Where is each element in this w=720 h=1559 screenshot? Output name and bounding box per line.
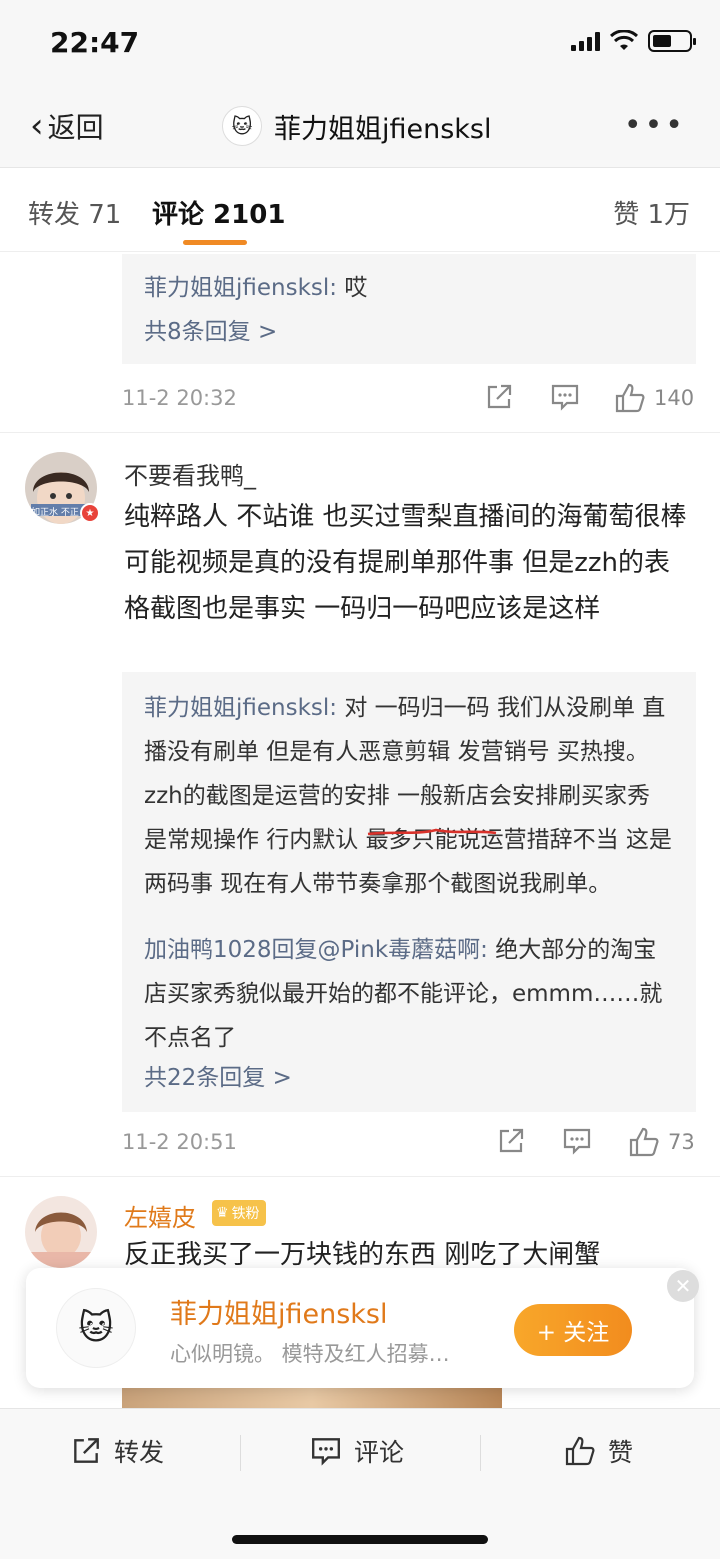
home-indicator[interactable]	[232, 1535, 488, 1544]
tab-bar: 转发 71 评论 2101 赞 1万	[0, 168, 720, 252]
reply-item[interactable]: 菲力姐姐jfiensksl: 对 一码归一码 我们从没刷单 直播没有刷单 但是有…	[144, 686, 678, 906]
like-icon[interactable]	[628, 1126, 660, 1158]
reply-text: 对 一码归一码 我们从没刷单 直播没有刷单 但是有人恶意剪辑 发营销号 买热搜。…	[144, 695, 672, 897]
reply-box: 菲力姐姐jfiensksl: 对 一码归一码 我们从没刷单 直播没有刷单 但是有…	[122, 672, 696, 1112]
more-replies-link[interactable]: 共22条回复 >	[144, 1056, 678, 1100]
reply-text: 哎	[344, 275, 368, 301]
comment-image[interactable]	[122, 1388, 502, 1408]
comment-meta: 11-2 20:32 140	[122, 380, 696, 420]
forward-label: 转发	[114, 1438, 165, 1467]
forward-button[interactable]: 转发	[70, 1433, 164, 1469]
status-icons	[571, 30, 696, 52]
reply-author: 加油鸭1028回复@Pink毒蘑菇啊:	[144, 937, 488, 963]
comment-icon[interactable]	[550, 382, 580, 412]
reply-box: 菲力姐姐jfiensksl: 哎 共8条回复 >	[122, 254, 696, 364]
nav-title-wrap[interactable]: 🐱 菲力姐姐jfiensksl	[222, 106, 492, 146]
chevron-left-icon: ‹	[30, 106, 44, 146]
reply-author: 菲力姐姐jfiensksl:	[144, 695, 338, 721]
avatar-badge-text: 如正水 不正	[31, 508, 79, 518]
follow-card: 🐱 菲力姐姐jfiensksl 心似明镜。 模特及红人招募… + 关注 ✕	[26, 1268, 699, 1388]
comment-time: 11-2 20:51	[122, 1130, 237, 1154]
back-label: 返回	[47, 111, 104, 144]
status-bar: 22:47	[0, 0, 720, 88]
reply-item[interactable]: 加油鸭1028回复@Pink毒蘑菇啊: 绝大部分的淘宝店买家秀貌似最开始的都不能…	[144, 928, 678, 1060]
active-tab-indicator	[183, 240, 247, 245]
separator	[240, 1435, 241, 1471]
fan-badge-label: 铁粉	[231, 1206, 260, 1222]
reply-author: 菲力姐姐jfiensksl:	[144, 275, 338, 301]
comment-time: 11-2 20:32	[122, 386, 237, 410]
like-icon[interactable]	[614, 382, 646, 414]
follow-avatar[interactable]: 🐱	[56, 1288, 136, 1368]
comment-meta: 11-2 20:51 73	[122, 1124, 696, 1164]
tab-forwards[interactable]: 转发 71	[28, 194, 121, 231]
comment-text: 反正我买了一万块钱的东西 刚吃了大闸蟹	[124, 1240, 601, 1270]
tab-comments[interactable]: 评论 2101	[152, 194, 285, 231]
comment-button[interactable]: 评论	[310, 1433, 404, 1469]
comment-username[interactable]: 不要看我鸭_	[124, 456, 256, 491]
battery-icon	[648, 30, 696, 52]
tab-likes[interactable]: 赞 1万	[613, 194, 690, 231]
like-label: 赞	[608, 1438, 634, 1467]
comment-label: 评论	[354, 1438, 405, 1467]
follow-button[interactable]: + 关注	[514, 1304, 632, 1356]
like-count: 73	[668, 1130, 695, 1154]
comment-icon[interactable]	[562, 1126, 592, 1156]
reply-item[interactable]: 菲力姐姐jfiensksl: 哎	[144, 266, 678, 310]
avatar[interactable]	[25, 1196, 97, 1268]
divider	[0, 1176, 720, 1177]
like-button[interactable]: 赞	[564, 1433, 633, 1469]
close-icon[interactable]: ✕	[667, 1270, 699, 1302]
bottom-action-bar: 转发 评论 赞	[0, 1408, 720, 1559]
comment-username[interactable]: 左嬉皮	[124, 1198, 196, 1233]
nav-avatar: 🐱	[222, 106, 262, 146]
verified-badge-icon: ★	[80, 503, 100, 523]
follow-name[interactable]: 菲力姐姐jfiensksl	[170, 1292, 388, 1331]
like-count: 140	[654, 386, 695, 410]
follow-description: 心似明镜。 模特及红人招募…	[170, 1342, 450, 1366]
nav-title: 菲力姐姐jfiensksl	[274, 113, 492, 145]
separator	[480, 1435, 481, 1471]
more-options-icon[interactable]: •••	[624, 108, 686, 143]
wifi-icon	[610, 30, 638, 50]
share-icon	[74, 1438, 99, 1463]
cellular-signal-icon	[571, 31, 600, 51]
share-icon[interactable]	[496, 1126, 526, 1156]
back-button[interactable]: ‹ 返回	[30, 106, 104, 146]
comment-icon	[312, 1438, 340, 1466]
handwritten-underline-mark	[367, 828, 497, 836]
nav-bar: ‹ 返回 🐱 菲力姐姐jfiensksl •••	[0, 88, 720, 168]
more-replies-link[interactable]: 共8条回复 >	[144, 310, 678, 354]
status-time: 22:47	[50, 26, 140, 59]
crown-icon: ♛	[216, 1205, 229, 1221]
comment-text: 纯粹路人 不站谁 也买过雪梨直播间的海葡萄很棒 可能视频是真的没有提刷单那件事 …	[124, 502, 687, 624]
like-icon	[565, 1436, 595, 1466]
fan-badge: ♛ 铁粉	[212, 1200, 266, 1226]
share-icon[interactable]	[484, 382, 514, 412]
divider	[0, 432, 720, 433]
